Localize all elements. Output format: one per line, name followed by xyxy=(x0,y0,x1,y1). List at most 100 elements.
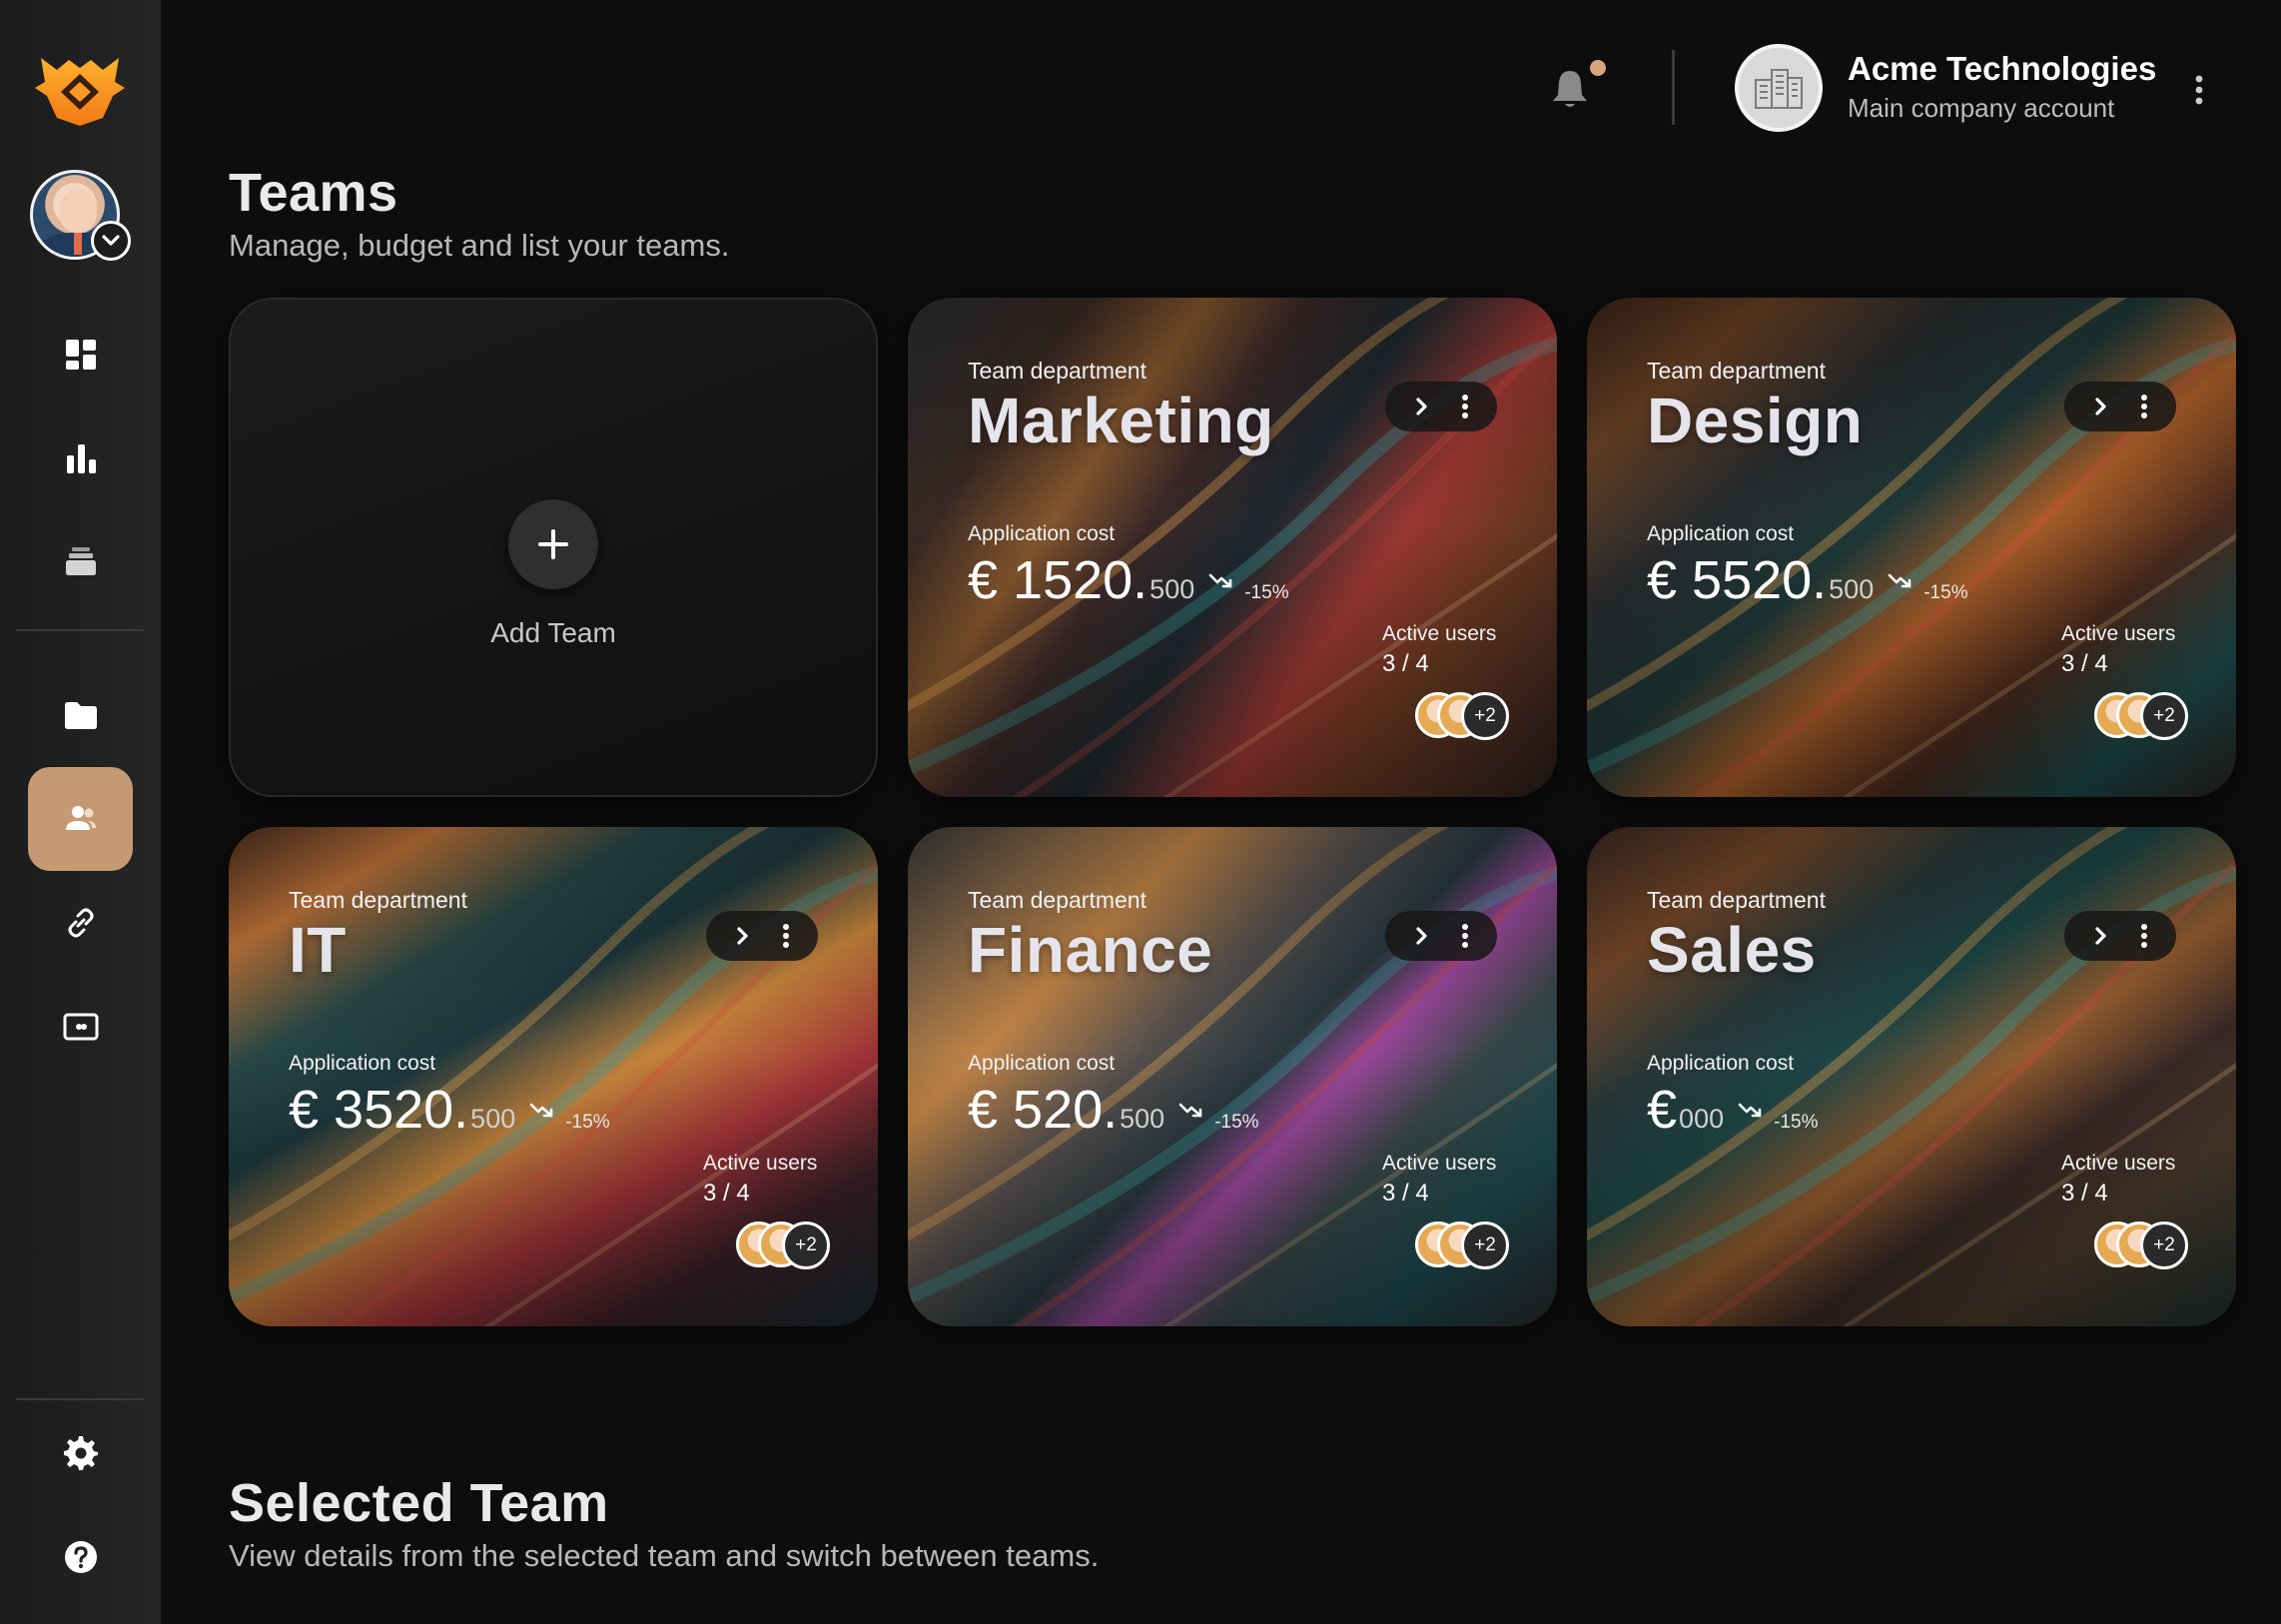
page-subtitle: Manage, budget and list your teams. xyxy=(229,228,730,263)
cost-value: € 1520. 500 -15% xyxy=(968,549,1289,611)
active-users-label: Active users xyxy=(1382,1152,1497,1175)
sidebar-item-dashboard[interactable] xyxy=(28,303,133,406)
cost-label: Application cost xyxy=(289,1052,436,1075)
logo-icon[interactable] xyxy=(33,52,127,128)
cost-value: € 520. 500 -15% xyxy=(968,1079,1259,1141)
cost-decimal: 500 xyxy=(1149,574,1195,604)
team-card-it[interactable]: Team department IT Application cost € 35… xyxy=(229,827,878,1326)
layers-icon xyxy=(65,547,96,575)
active-users-label: Active users xyxy=(1382,622,1497,645)
extra-users-badge: +2 xyxy=(1461,1221,1509,1269)
team-dept-label: Team department xyxy=(1647,358,1826,384)
cost-value: € 000 -15% xyxy=(1647,1079,1818,1141)
trend-down-icon xyxy=(1178,1103,1202,1118)
sidebar-item-teams[interactable] xyxy=(28,767,133,871)
trend-percent: -15% xyxy=(1214,1112,1259,1133)
cost-label: Application cost xyxy=(1647,1052,1795,1075)
card-actions xyxy=(2064,911,2176,961)
extra-users-badge: +2 xyxy=(1461,692,1509,740)
team-dept-label: Team department xyxy=(968,358,1146,384)
user-avatar-stack[interactable]: +2 xyxy=(2094,692,2194,740)
chevron-right-icon[interactable] xyxy=(1412,396,1430,417)
more-vertical-icon[interactable] xyxy=(1459,923,1471,949)
more-vertical-icon[interactable] xyxy=(1459,394,1471,419)
active-users-value: 3 / 4 xyxy=(2061,1180,2108,1207)
team-name: Sales xyxy=(1647,914,1817,986)
chevron-right-icon[interactable] xyxy=(2091,396,2109,417)
card-icon xyxy=(63,1013,98,1041)
trend-down-icon xyxy=(1888,573,1911,588)
chevron-right-icon[interactable] xyxy=(2091,925,2109,947)
cost-main: € 5520. xyxy=(1647,550,1828,610)
trend-percent: -15% xyxy=(1244,582,1289,603)
sidebar-divider xyxy=(16,629,144,631)
link-icon xyxy=(68,908,93,938)
trend-down-icon xyxy=(1738,1103,1762,1118)
dashboard-icon xyxy=(65,340,96,370)
sidebar-item-stack[interactable] xyxy=(28,509,133,613)
cost-value: € 3520. 500 -15% xyxy=(289,1079,610,1141)
card-actions xyxy=(1385,382,1497,431)
team-name: Marketing xyxy=(968,385,1274,456)
trend-percent: -15% xyxy=(1923,582,1968,603)
add-team-label: Add Team xyxy=(490,617,616,648)
cost-main: € xyxy=(1647,1080,1678,1140)
chevron-right-icon[interactable] xyxy=(1412,925,1430,947)
active-users-label: Active users xyxy=(2061,622,2176,645)
user-avatar-stack[interactable]: +2 xyxy=(736,1221,836,1269)
chevron-down-icon[interactable] xyxy=(91,221,131,261)
cost-decimal: 500 xyxy=(1829,574,1875,604)
team-name: IT xyxy=(289,914,347,986)
trend-percent: -15% xyxy=(1774,1112,1819,1133)
trend-percent: -15% xyxy=(565,1112,610,1133)
more-vertical-icon[interactable] xyxy=(2189,74,2209,106)
sidebar-item-billing[interactable] xyxy=(28,975,133,1079)
user-avatar-stack[interactable]: +2 xyxy=(2094,1221,2194,1269)
cost-main: € 1520. xyxy=(968,550,1148,610)
team-card-sales[interactable]: Team department Sales Application cost €… xyxy=(1587,827,2236,1326)
cost-value: € 5520. 500 -15% xyxy=(1647,549,1968,611)
team-dept-label: Team department xyxy=(289,887,467,913)
sidebar xyxy=(0,0,161,1624)
help-icon xyxy=(64,1541,97,1573)
gear-icon xyxy=(63,1436,98,1470)
card-actions xyxy=(2064,382,2176,431)
active-users-value: 3 / 4 xyxy=(1382,650,1429,677)
sidebar-item-help[interactable] xyxy=(28,1505,133,1609)
company-avatar[interactable] xyxy=(1735,44,1823,132)
sidebar-item-links[interactable] xyxy=(28,871,133,975)
active-users-value: 3 / 4 xyxy=(703,1180,750,1207)
team-card-marketing[interactable]: Team department Marketing Application co… xyxy=(908,298,1557,797)
add-team-button[interactable] xyxy=(508,499,598,589)
extra-users-badge: +2 xyxy=(2140,1221,2188,1269)
company-subtitle: Main company account xyxy=(1848,93,2115,123)
user-avatar-stack[interactable]: +2 xyxy=(1415,1221,1515,1269)
cost-main: € 520. xyxy=(968,1080,1119,1140)
card-actions xyxy=(1385,911,1497,961)
extra-users-badge: +2 xyxy=(782,1221,830,1269)
cost-decimal: 500 xyxy=(1120,1104,1165,1134)
sidebar-item-settings[interactable] xyxy=(28,1401,133,1505)
more-vertical-icon[interactable] xyxy=(780,923,792,949)
bell-icon[interactable] xyxy=(1550,67,1590,111)
team-card-design[interactable]: Team department Design Application cost … xyxy=(1587,298,2236,797)
sidebar-item-analytics[interactable] xyxy=(28,406,133,510)
active-users-label: Active users xyxy=(703,1152,818,1175)
cost-label: Application cost xyxy=(968,522,1116,545)
more-vertical-icon[interactable] xyxy=(2138,394,2150,419)
cost-label: Application cost xyxy=(968,1052,1116,1075)
team-card-finance[interactable]: Team department Finance Application cost… xyxy=(908,827,1557,1326)
active-users-label: Active users xyxy=(2061,1152,2176,1175)
cost-decimal: 000 xyxy=(1679,1104,1725,1134)
users-icon xyxy=(65,806,96,830)
trend-down-icon xyxy=(1208,573,1232,588)
team-name: Finance xyxy=(968,914,1213,986)
sidebar-item-files[interactable] xyxy=(28,663,133,767)
chevron-right-icon[interactable] xyxy=(733,925,751,947)
active-users-value: 3 / 4 xyxy=(1382,1180,1429,1207)
add-team-card[interactable]: Add Team xyxy=(229,298,878,797)
user-avatar-stack[interactable]: +2 xyxy=(1415,692,1515,740)
more-vertical-icon[interactable] xyxy=(2138,923,2150,949)
card-actions xyxy=(706,911,818,961)
team-dept-label: Team department xyxy=(968,887,1146,913)
